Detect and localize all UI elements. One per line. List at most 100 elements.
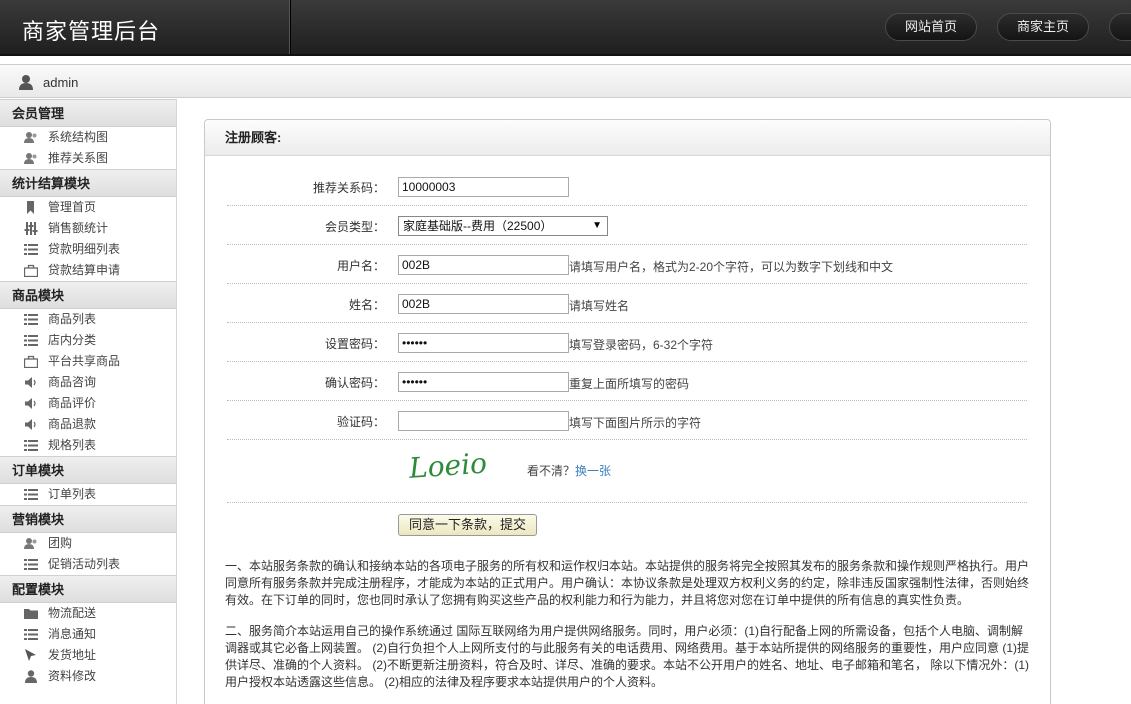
confirm-password-label: 确认密码： — [324, 376, 385, 390]
sidebar-item-label: 团购 — [48, 536, 73, 550]
users-icon — [24, 538, 37, 549]
password-hint: 填写登录密码，6-32个字符 — [569, 338, 714, 352]
username-row: 用户名： 请填写用户名，格式为2-20个字符，可以为数字下划线和中文 — [227, 245, 1027, 284]
sidebar-item-label: 规格列表 — [48, 438, 97, 452]
users-icon — [24, 132, 37, 143]
sidebar-item-label: 发货地址 — [48, 648, 97, 662]
username-label: 用户名： — [336, 259, 385, 273]
captcha-image[interactable]: Loeio — [405, 445, 497, 485]
sidebar-section-marketing[interactable]: 营销模块 — [0, 505, 176, 533]
username-label[interactable]: admin — [43, 75, 78, 90]
users-icon — [24, 153, 37, 164]
sidebar-item-label: 商品列表 — [48, 312, 97, 326]
sidebar-item-shared-goods[interactable]: 平台共享商品 — [0, 351, 176, 372]
chevron-down-icon: ▼ — [592, 220, 602, 231]
sidebar-item-loan-settlement[interactable]: 贷款结算申请 — [0, 260, 176, 281]
sidebar-item-label: 贷款结算申请 — [48, 263, 121, 277]
referral-label: 推荐关系码： — [312, 181, 385, 195]
user-icon — [25, 670, 37, 683]
captcha-text: Loeio — [407, 447, 488, 485]
sidebar-item-label: 商品咨询 — [48, 375, 97, 389]
sidebar-item-label: 系统结构图 — [48, 130, 109, 144]
sidebar-item-label: 物流配送 — [48, 606, 97, 620]
sidebar-item-store-category[interactable]: 店内分类 — [0, 330, 176, 351]
speaker-icon — [25, 419, 36, 430]
username-hint: 请填写用户名，格式为2-20个字符，可以为数字下划线和中文 — [569, 260, 894, 274]
member-type-row: 会员类型： 家庭基础版--费用（22500） ▼ — [227, 206, 1027, 245]
sidebar-item-notifications[interactable]: 消息通知 — [0, 624, 176, 645]
list-icon — [24, 335, 38, 346]
sidebar-item-sales-stats[interactable]: 销售额统计 — [0, 218, 176, 239]
password-input[interactable] — [398, 333, 569, 353]
terms-paragraph-1: 一、本站服务条款的确认和接纳本站的各项电子服务的所有权和运作权归本站。本站提供的… — [225, 559, 1030, 607]
captcha-refresh: 看不清？换一张 — [527, 462, 611, 479]
sidebar-item-referral[interactable]: 推荐关系图 — [0, 148, 176, 169]
sidebar-item-order-list[interactable]: 订单列表 — [0, 484, 176, 505]
sidebar-item-profile[interactable]: 资料修改 — [0, 666, 176, 687]
cursor-icon — [25, 649, 36, 661]
referral-row: 推荐关系码： — [227, 167, 1027, 206]
list-icon — [24, 629, 38, 640]
sidebar-item-label: 商品评价 — [48, 396, 97, 410]
sidebar-item-dashboard[interactable]: 管理首页 — [0, 197, 176, 218]
sidebar-section-stats[interactable]: 统计结算模块 — [0, 169, 176, 197]
sliders-icon — [24, 222, 38, 235]
nav-shop-button[interactable]: 商家主页 — [997, 13, 1089, 41]
sidebar-item-label: 平台共享商品 — [48, 354, 121, 368]
nav-more-button[interactable] — [1109, 13, 1131, 41]
sidebar-item-label: 促销活动列表 — [48, 557, 121, 571]
member-type-select[interactable]: 家庭基础版--费用（22500） ▼ — [398, 216, 608, 236]
captcha-image-row — [227, 440, 1027, 503]
briefcase-icon — [24, 264, 38, 277]
list-icon — [24, 440, 38, 451]
sidebar-section-goods[interactable]: 商品模块 — [0, 281, 176, 309]
list-icon — [24, 314, 38, 325]
sidebar-section-config[interactable]: 配置模块 — [0, 575, 176, 603]
captcha-hint: 填写下面图片所示的字符 — [569, 416, 702, 430]
sidebar-item-label: 商品退款 — [48, 417, 97, 431]
confirm-password-hint: 重复上面所填写的密码 — [569, 377, 690, 391]
sidebar-item-loan-details[interactable]: 贷款明细列表 — [0, 239, 176, 260]
folder-icon — [24, 609, 38, 619]
password-row: 设置密码： 填写登录密码，6-32个字符 — [227, 323, 1027, 362]
terms-paragraph-2: 二、服务简介本站运用自己的操作系统通过 国际互联网络为用户提供网络服务。同时，用… — [225, 624, 1030, 689]
brand: 商家管理后台 — [0, 0, 290, 54]
sidebar-item-spec-list[interactable]: 规格列表 — [0, 435, 176, 456]
sidebar-item-group-buy[interactable]: 团购 — [0, 533, 176, 554]
realname-row: 姓名： 请填写姓名 — [227, 284, 1027, 323]
sidebar-item-ship-address[interactable]: 发货地址 — [0, 645, 176, 666]
list-icon — [24, 244, 38, 255]
list-icon — [24, 489, 38, 500]
captcha-input[interactable] — [398, 411, 569, 431]
confirm-password-row: 确认密码： 重复上面所填写的密码 — [227, 362, 1027, 401]
sidebar-item-goods-refund[interactable]: 商品退款 — [0, 414, 176, 435]
sidebar-item-label: 资料修改 — [48, 669, 97, 683]
sidebar-item-promotions[interactable]: 促销活动列表 — [0, 554, 176, 575]
sidebar-item-logistics[interactable]: 物流配送 — [0, 603, 176, 624]
confirm-password-input[interactable] — [398, 372, 569, 392]
sidebar-item-goods-list[interactable]: 商品列表 — [0, 309, 176, 330]
speaker-icon — [25, 398, 36, 409]
sidebar-item-goods-review[interactable]: 商品评价 — [0, 393, 176, 414]
captcha-label: 验证码： — [336, 415, 385, 429]
list-icon — [24, 559, 38, 570]
captcha-refresh-link[interactable]: 换一张 — [575, 464, 611, 478]
sidebar-item-label: 管理首页 — [48, 200, 97, 214]
user-bar: admin — [0, 64, 1131, 98]
realname-input[interactable] — [398, 294, 569, 314]
app-title: 商家管理后台 — [22, 20, 161, 45]
sidebar-item-label: 销售额统计 — [48, 221, 109, 235]
realname-hint: 请填写姓名 — [569, 299, 630, 313]
username-input[interactable] — [398, 255, 569, 275]
sidebar-section-member[interactable]: 会员管理 — [0, 99, 176, 127]
sidebar-item-label: 订单列表 — [48, 487, 97, 501]
top-header: 商家管理后台 网站首页 商家主页 — [0, 0, 1131, 56]
sidebar-item-goods-inquiry[interactable]: 商品咨询 — [0, 372, 176, 393]
member-type-value: 家庭基础版--费用（22500） — [403, 219, 553, 233]
nav-home-button[interactable]: 网站首页 — [885, 13, 977, 41]
agree-submit-button[interactable]: 同意一下条款，提交 — [398, 514, 537, 536]
captcha-row: 验证码： 填写下面图片所示的字符 — [227, 401, 1027, 440]
referral-input[interactable] — [398, 177, 569, 197]
sidebar-section-orders[interactable]: 订单模块 — [0, 456, 176, 484]
sidebar-item-structure[interactable]: 系统结构图 — [0, 127, 176, 148]
